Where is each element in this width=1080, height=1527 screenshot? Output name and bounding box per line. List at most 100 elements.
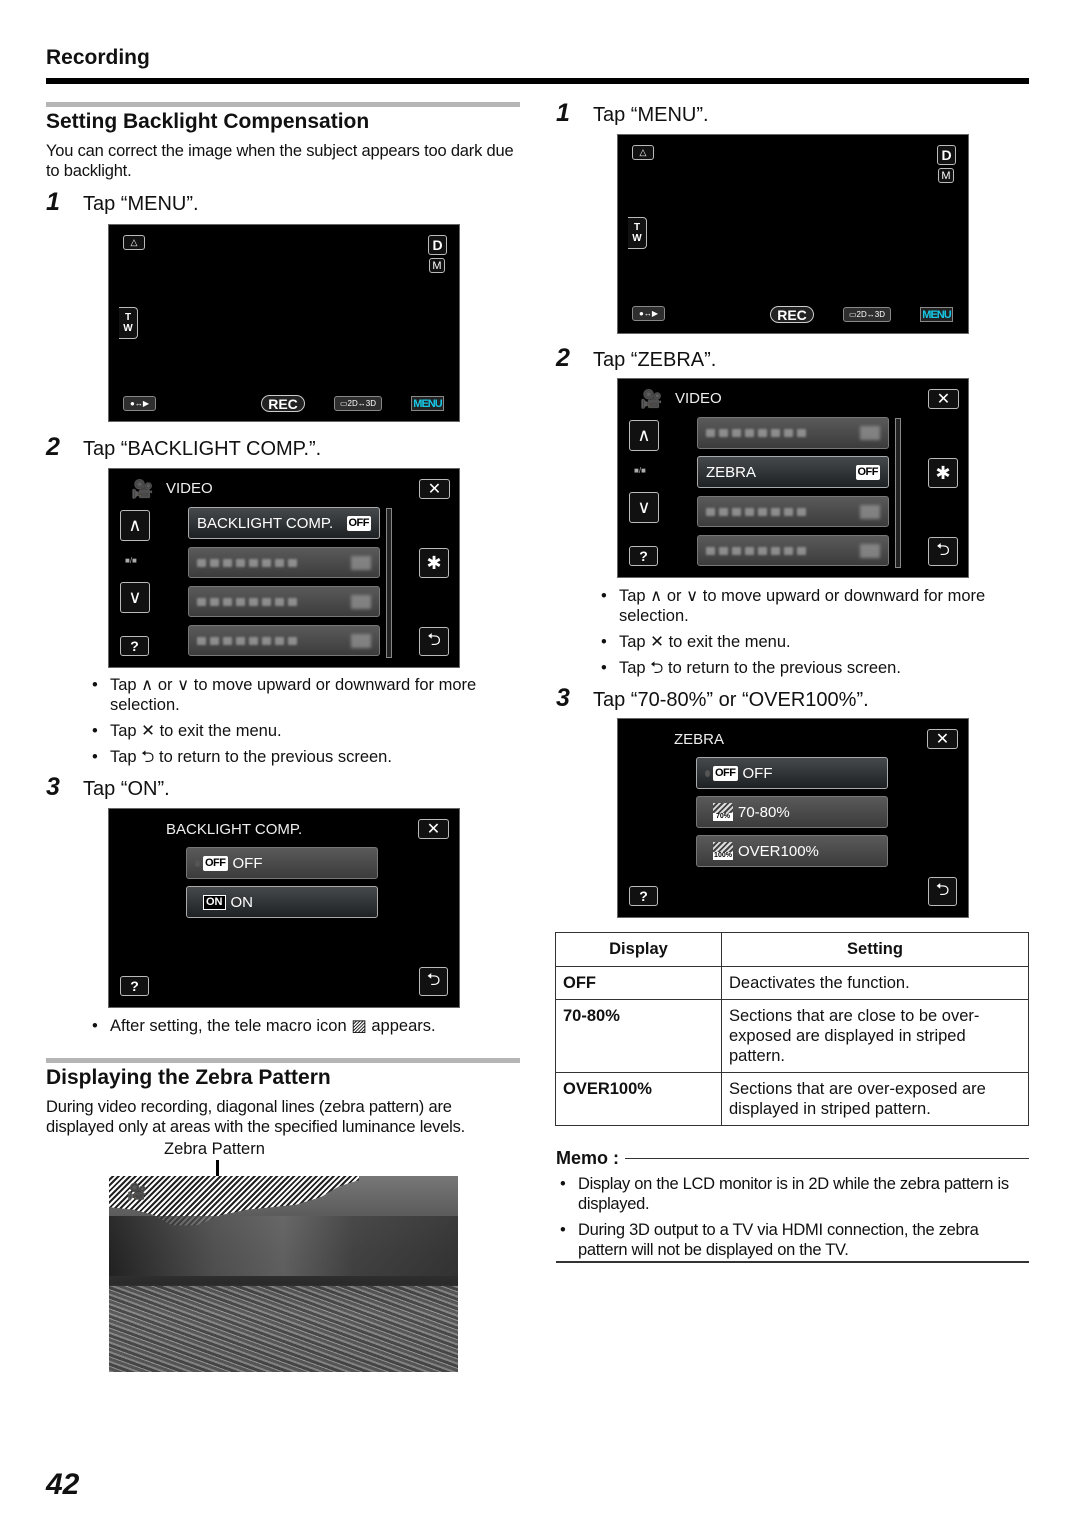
step-3-right: 3 Tap “70-80%” or “OVER100%”.	[556, 684, 869, 713]
menu-item-blurred[interactable]	[697, 496, 889, 527]
page-number: 42	[46, 1468, 80, 1501]
camera-record-screen: △ D M T W ●↔▶ REC ▭2D↔3D MENU	[617, 134, 969, 334]
option-off[interactable]: OFF OFF	[186, 847, 378, 879]
playback-toggle-button[interactable]: ●↔▶	[123, 396, 156, 411]
option-off[interactable]: OFF OFF	[696, 757, 888, 789]
step-text: Tap “MENU”.	[593, 104, 709, 126]
menu-item-zebra[interactable]: ZEBRA OFF	[697, 456, 889, 488]
off-badge: OFF	[203, 855, 228, 871]
help-button[interactable]: ?	[629, 546, 658, 566]
after-setting-note: After setting, the tele macro icon ▨ app…	[92, 1016, 517, 1042]
option-label: OVER100%	[738, 842, 819, 860]
step-2-left: 2 Tap “BACKLIGHT COMP.”.	[46, 433, 321, 462]
menu-button[interactable]: MENU	[920, 307, 953, 322]
option-on[interactable]: ON ON	[186, 886, 378, 918]
scroll-up-button[interactable]: ∧	[120, 510, 150, 541]
warning-icon[interactable]: △	[632, 145, 654, 160]
scroll-down-button[interactable]: ∨	[629, 492, 659, 523]
memo-heading: Memo :	[556, 1148, 1029, 1169]
option-label: OFF	[742, 764, 773, 782]
table-cell-setting: Deactivates the function.	[721, 966, 1029, 1000]
step-number: 2	[46, 433, 60, 461]
d-button[interactable]: D	[937, 145, 956, 165]
selected-indicator	[195, 859, 200, 867]
close-icon[interactable]: ✕	[927, 729, 958, 749]
off-badge: OFF	[713, 765, 738, 781]
section-title-backlight: Setting Backlight Compensation	[46, 110, 370, 133]
menu-title: ZEBRA	[674, 731, 725, 748]
scroll-up-button[interactable]: ∧	[629, 420, 659, 451]
section-intro-zebra: During video recording, diagonal lines (…	[46, 1098, 466, 1136]
menu-title: VIDEO	[166, 480, 213, 497]
back-icon[interactable]: ⮌	[928, 877, 957, 906]
menu-item-blurred[interactable]	[188, 586, 380, 617]
step-text: Tap “MENU”.	[83, 193, 199, 215]
video-camera-icon: 🎥	[131, 479, 154, 499]
help-button[interactable]: ?	[629, 886, 658, 906]
video-camera-icon: 🎥	[127, 1184, 147, 1201]
close-icon[interactable]: ✕	[419, 479, 450, 499]
m-button[interactable]: M	[429, 258, 445, 273]
playback-toggle-button[interactable]: ●↔▶	[632, 306, 665, 321]
memo-item: During 3D output to a TV via HDMI connec…	[560, 1220, 1030, 1260]
gear-icon[interactable]: ✱	[928, 458, 958, 488]
tele-label: T	[124, 312, 132, 323]
memo-title: Memo :	[556, 1148, 619, 1168]
scrollbar[interactable]	[895, 418, 901, 568]
step-text: Tap “ZEBRA”.	[593, 349, 717, 371]
table-header: Setting	[721, 932, 1029, 967]
option-70-80[interactable]: 70% 70-80%	[696, 796, 888, 828]
menu-item-backlight-comp[interactable]: BACKLIGHT COMP. OFF	[188, 507, 380, 539]
table-row: 70-80% Sections that are close to be ove…	[555, 999, 1029, 1073]
tip-item: Tap ∧ or ∨ to move upward or downward fo…	[601, 586, 1026, 626]
2d-3d-toggle-button[interactable]: ▭2D↔3D	[334, 396, 382, 411]
menu-item-blurred[interactable]	[697, 535, 889, 566]
back-icon[interactable]: ⮌	[419, 967, 448, 996]
zebra-settings-table: Display Setting OFF Deactivates the func…	[555, 932, 1029, 1126]
tip-item: Tap ∧ or ∨ to move upward or downward fo…	[92, 675, 517, 715]
help-button[interactable]: ?	[120, 976, 149, 996]
warning-icon[interactable]: △	[123, 235, 145, 250]
step-number: 3	[556, 684, 570, 712]
menu-item-label: ZEBRA	[706, 463, 757, 481]
close-icon[interactable]: ✕	[418, 819, 449, 839]
menu-item-blurred[interactable]	[697, 417, 889, 449]
zoom-tw-control[interactable]: T W	[628, 217, 647, 249]
step-1-left: 1 Tap “MENU”.	[46, 188, 199, 217]
riverbed-ground	[109, 1286, 458, 1372]
gear-icon[interactable]: ✱	[419, 548, 449, 578]
rec-button[interactable]: REC	[261, 395, 305, 412]
menu-button[interactable]: MENU	[411, 396, 444, 411]
step-3-left: 3 Tap “ON”.	[46, 773, 170, 802]
step-number: 3	[46, 773, 60, 801]
menu-item-blurred[interactable]	[188, 547, 380, 578]
back-icon[interactable]: ⮌	[419, 627, 449, 656]
back-icon[interactable]: ⮌	[928, 537, 958, 566]
tele-label: T	[633, 222, 641, 233]
video-camera-icon: 🎥	[640, 389, 663, 409]
zebra-pattern-callout: Zebra Pattern	[164, 1140, 265, 1158]
tip-item: Tap ✕ to exit the menu.	[601, 632, 1026, 652]
step-1-right: 1 Tap “MENU”.	[556, 99, 709, 128]
table-cell-setting: Sections that are over-exposed are displ…	[721, 1072, 1029, 1126]
d-button[interactable]: D	[428, 235, 447, 255]
step-text: Tap “70-80%” or “OVER100%”.	[593, 689, 869, 711]
option-over100[interactable]: 100% OVER100%	[696, 835, 888, 867]
close-icon[interactable]: ✕	[928, 389, 959, 409]
step-number: 1	[46, 188, 60, 216]
step-number: 2	[556, 344, 570, 372]
m-button[interactable]: M	[938, 168, 954, 183]
scrollbar[interactable]	[386, 508, 392, 658]
zebra-100-icon: 100%	[713, 842, 733, 860]
rec-button[interactable]: REC	[770, 306, 814, 323]
option-label: ON	[230, 893, 254, 911]
menu-item-blurred[interactable]	[188, 625, 380, 656]
memo-bottom-rule	[556, 1261, 1029, 1263]
on-badge: ON	[203, 894, 226, 910]
2d-3d-toggle-button[interactable]: ▭2D↔3D	[843, 307, 891, 322]
canyon-cliffs	[109, 1216, 458, 1276]
scroll-down-button[interactable]: ∨	[120, 582, 150, 613]
zoom-tw-control[interactable]: T W	[119, 307, 138, 339]
step-text: Tap “ON”.	[83, 778, 170, 800]
help-button[interactable]: ?	[120, 636, 149, 656]
